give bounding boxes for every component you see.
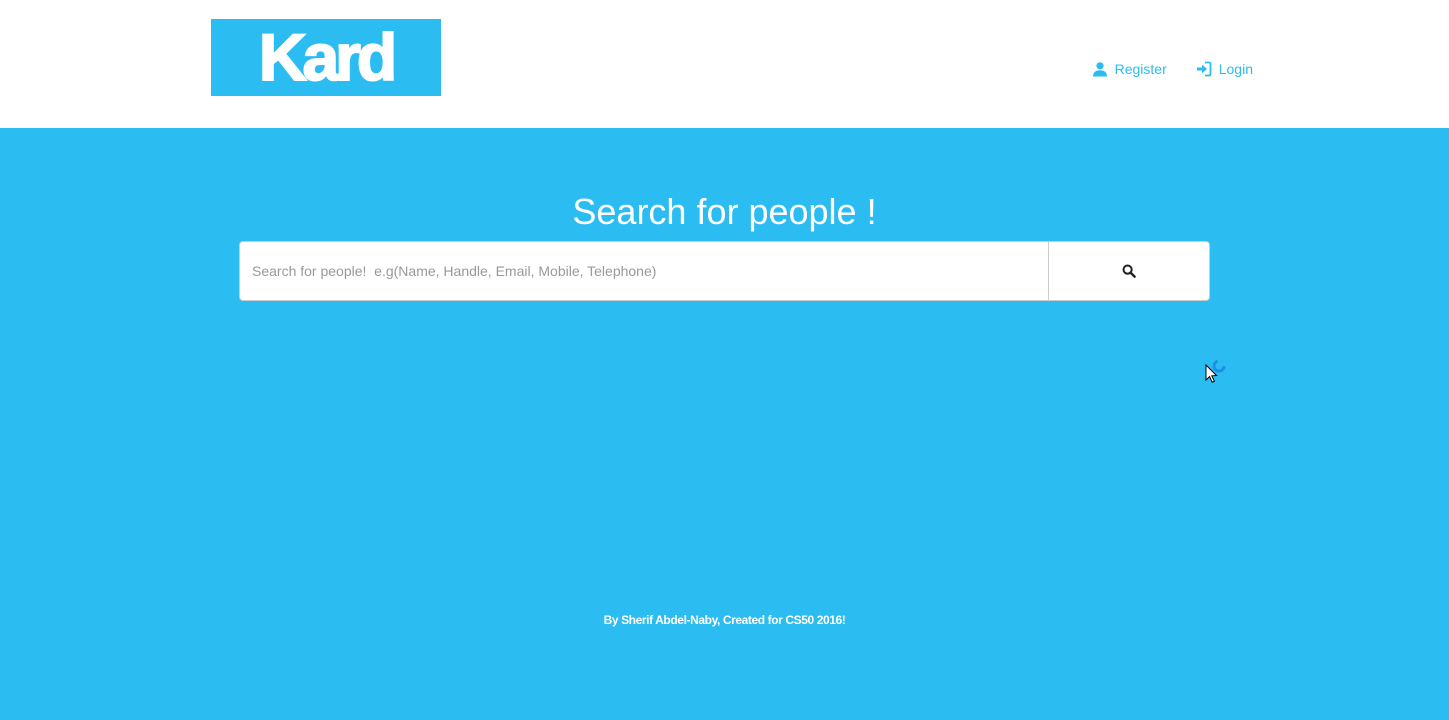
register-label: Register — [1114, 61, 1167, 77]
page-title: Search for people ! — [572, 191, 877, 232]
user-icon — [1092, 61, 1108, 77]
login-label: Login — [1218, 61, 1253, 77]
login-link[interactable]: Login — [1196, 58, 1253, 80]
brand-logo[interactable]: Kard — [211, 19, 441, 96]
search-input[interactable] — [240, 242, 1048, 300]
register-link[interactable]: Register — [1092, 58, 1167, 80]
footer-credit: By Sherif Abdel-Naby, Created for CS50 2… — [603, 613, 846, 627]
navbar: Kard Register Login — [0, 0, 1449, 128]
search-button[interactable] — [1048, 242, 1209, 300]
login-icon — [1196, 61, 1212, 77]
busy-cursor-icon — [1205, 358, 1231, 386]
search-icon — [1122, 264, 1136, 278]
nav-links: Register Login — [1092, 58, 1253, 80]
logo-text: Kard — [258, 19, 398, 94]
search-bar — [239, 241, 1210, 301]
